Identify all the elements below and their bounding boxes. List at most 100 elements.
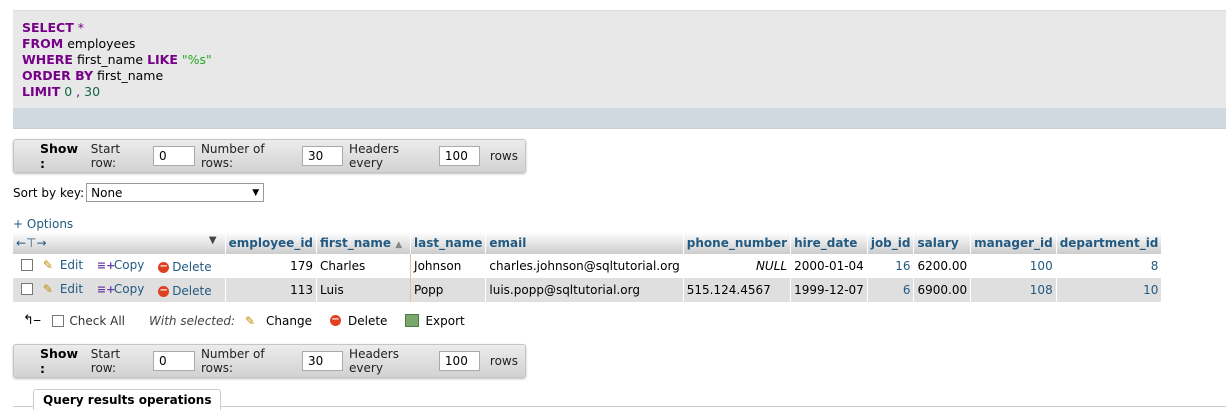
sql-limit-keyword: LIMIT: [22, 84, 61, 99]
column-header-department-id[interactable]: department_id: [1056, 232, 1163, 254]
cell-last-name[interactable]: Popp: [410, 278, 487, 302]
cell-salary[interactable]: 6200.00: [913, 254, 972, 278]
column-header-first-name-label: first_name: [320, 236, 392, 250]
pencil-icon: ✎: [245, 313, 256, 328]
delete-selected-label: Delete: [348, 313, 388, 328]
column-header-first-name[interactable]: first_name ▲: [316, 232, 412, 254]
delete-selected-button[interactable]: − Delete: [330, 314, 387, 328]
check-all-label[interactable]: Check All: [69, 314, 125, 328]
sql-limit-count: 30: [84, 84, 101, 99]
cell-phone-number[interactable]: NULL: [683, 254, 792, 278]
column-header-hire-date[interactable]: hire_date: [790, 232, 868, 254]
copy-label: Copy: [113, 281, 145, 296]
headers-every-input[interactable]: [438, 146, 480, 166]
delete-button[interactable]: − Delete: [158, 284, 212, 298]
cell-employee-id[interactable]: 179: [225, 254, 318, 278]
with-selected-label: With selected:: [149, 313, 236, 328]
delete-icon: −: [330, 314, 341, 326]
start-row-input[interactable]: [152, 351, 195, 371]
column-header-salary[interactable]: salary: [913, 232, 972, 254]
rows-label: rows: [489, 149, 518, 163]
check-all-checkbox[interactable]: [52, 314, 65, 327]
cell-employee-id[interactable]: 113: [225, 278, 318, 302]
column-menu-icon[interactable]: ▼: [209, 235, 217, 246]
sql-star: *: [77, 20, 84, 35]
sql-toolbar: [13, 108, 1226, 129]
column-arrows-icon[interactable]: ←⊤→: [16, 236, 47, 250]
options-link[interactable]: + Options: [13, 217, 73, 231]
num-rows-input[interactable]: [302, 351, 344, 371]
cell-email[interactable]: luis.popp@sqltutorial.org: [485, 278, 684, 302]
table-row: ✎ Edit ≡+ Copy − Delete 179 Charles Johnson…: [13, 254, 1163, 278]
column-header-employee-id[interactable]: employee_id: [225, 232, 318, 254]
sql-query-text: SELECT * FROM employees WHERE first_name…: [13, 11, 1226, 100]
cell-manager-id[interactable]: 100: [970, 254, 1057, 278]
headers-every-input[interactable]: [438, 351, 480, 371]
sort-ascending-icon: ▲: [395, 240, 403, 250]
sort-by-key-select[interactable]: None ▼: [86, 183, 265, 202]
sql-pattern: "%s": [181, 52, 212, 67]
results-table: ←⊤→ ▼ employee_id first_name ▲ last_name…: [13, 232, 1163, 302]
column-header-manager-id[interactable]: manager_id: [970, 232, 1057, 254]
chevron-down-icon: ▼: [252, 187, 260, 198]
sql-query-box[interactable]: SELECT * FROM employees WHERE first_name…: [13, 10, 1226, 109]
query-results-operations-tab[interactable]: Query results operations: [33, 389, 222, 410]
change-label: Change: [266, 313, 312, 328]
cell-first-name[interactable]: Luis: [316, 278, 412, 302]
pencil-icon: ✎: [42, 257, 53, 272]
edit-label: Edit: [59, 257, 84, 272]
cell-phone-number[interactable]: 515.124.4567: [683, 278, 792, 302]
cell-hire-date[interactable]: 2000-01-04: [790, 254, 868, 278]
cell-last-name[interactable]: Johnson: [410, 254, 487, 278]
cell-job-id[interactable]: 6: [867, 278, 915, 302]
start-row-input[interactable]: [152, 146, 195, 166]
delete-label: Delete: [172, 260, 212, 275]
cell-hire-date[interactable]: 1999-12-07: [790, 278, 868, 302]
row-checkbox[interactable]: [21, 259, 33, 272]
pencil-icon: ✎: [42, 281, 53, 296]
num-rows-label: Number of rows:: [200, 347, 265, 375]
row-checkbox[interactable]: [21, 283, 33, 296]
sql-limit-sep: ,: [76, 84, 81, 99]
copy-button[interactable]: ≡+ Copy: [97, 258, 144, 272]
table-row: ✎ Edit ≡+ Copy − Delete 113 Luis Popp luis.…: [13, 278, 1163, 302]
column-header-email[interactable]: email: [485, 232, 684, 254]
start-row-label: Start row:: [90, 142, 121, 170]
delete-icon: −: [158, 284, 170, 297]
sql-select-keyword: SELECT: [22, 20, 74, 35]
sql-table-name: employees: [67, 36, 136, 51]
column-header-phone-number[interactable]: phone_number: [683, 232, 792, 254]
sql-like-keyword: LIKE: [147, 52, 178, 67]
copy-icon: ≡+: [96, 258, 116, 272]
edit-button[interactable]: ✎ Edit: [43, 258, 83, 272]
headers-every-label: Headers every: [349, 347, 399, 375]
row-actions: ✎ Edit ≡+ Copy − Delete: [13, 278, 226, 302]
cell-department-id[interactable]: 8: [1056, 254, 1163, 278]
copy-button[interactable]: ≡+ Copy: [97, 282, 144, 296]
delete-button[interactable]: − Delete: [158, 260, 212, 275]
start-row-label: Start row:: [90, 347, 121, 375]
cell-job-id[interactable]: 16: [867, 254, 915, 278]
cell-manager-id[interactable]: 108: [970, 278, 1057, 302]
top-navigation-bar: Show : Start row: Number of rows: Header…: [13, 139, 526, 173]
cell-department-id[interactable]: 10: [1056, 278, 1163, 302]
column-header-job-id[interactable]: job_id: [867, 232, 915, 254]
sort-by-key-label: Sort by key:: [13, 185, 85, 200]
sort-by-key: Sort by key: None ▼: [13, 183, 265, 202]
with-selected-bar: ↰⎯ Check All With selected: ✎ Change − Del…: [13, 313, 475, 328]
cell-email[interactable]: charles.johnson@sqltutorial.org: [485, 254, 684, 278]
table-header-row: ←⊤→ ▼ employee_id first_name ▲ last_name…: [13, 232, 1163, 254]
sql-order-keyword: ORDER BY: [22, 68, 94, 83]
num-rows-input[interactable]: [302, 146, 344, 166]
change-button[interactable]: ✎ Change: [245, 314, 312, 328]
column-header-last-name[interactable]: last_name: [410, 232, 487, 254]
show-label: Show :: [40, 141, 79, 171]
edit-label: Edit: [59, 281, 84, 296]
copy-label: Copy: [113, 257, 145, 272]
delete-icon: −: [158, 260, 170, 273]
export-icon: [405, 314, 420, 327]
cell-salary[interactable]: 6900.00: [913, 278, 972, 302]
cell-first-name[interactable]: Charles: [316, 254, 412, 278]
export-button[interactable]: Export: [405, 314, 465, 328]
edit-button[interactable]: ✎ Edit: [43, 282, 83, 296]
